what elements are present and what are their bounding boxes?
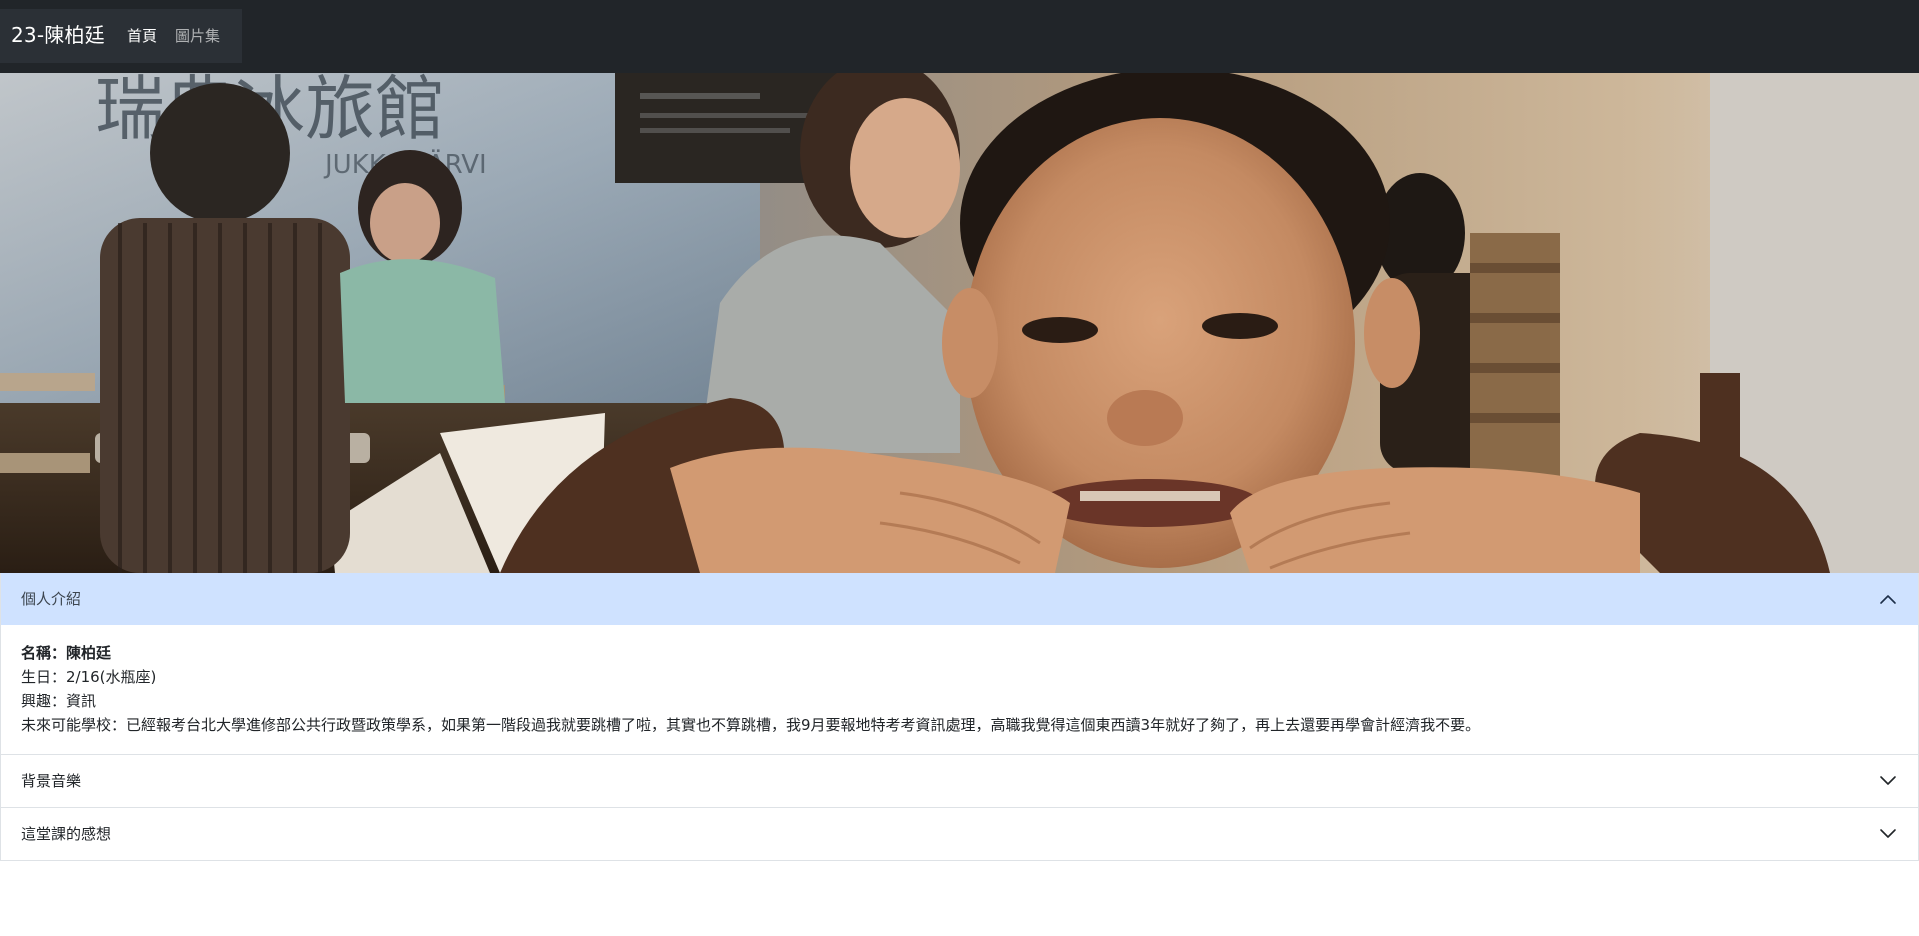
accordion-header-thoughts[interactable]: 這堂課的感想 [1,808,1918,860]
navbar: 23-陳柏廷 首頁 圖片集 [0,0,1919,73]
brand-link[interactable]: 23-陳柏廷 [11,23,105,47]
photo-icon: 瑞典冰旅館 JUKKASJÄRVI [0,73,1919,573]
intro-name: 名稱：陳柏廷 [21,644,112,662]
nav-link-home[interactable]: 首頁 [127,27,157,45]
accordion-header-intro[interactable]: 個人介紹 [1,573,1918,625]
accordion-title: 這堂課的感想 [21,825,112,843]
hero-photo: 瑞典冰旅館 JUKKASJÄRVI [0,73,1919,573]
intro-school: 未來可能學校：已經報考台北大學進修部公共行政暨政策學系，如果第一階段過我就要跳槽… [21,716,1481,734]
chevron-up-icon [1880,595,1896,604]
accordion-body-intro: 名稱：陳柏廷 生日：2/16(水瓶座) 興趣：資訊 未來可能學校：已經報考台北大… [1,625,1918,754]
intro-birthday: 生日：2/16(水瓶座) [21,668,157,686]
accordion-item-intro: 個人介紹 名稱：陳柏廷 生日：2/16(水瓶座) 興趣：資訊 未來可能學校：已經… [1,573,1918,755]
nav-link-gallery[interactable]: 圖片集 [175,27,220,45]
chevron-down-icon [1880,829,1896,838]
accordion-title: 背景音樂 [21,772,82,790]
accordion-title: 個人介紹 [21,590,82,608]
accordion-item-thoughts: 這堂課的感想 [1,808,1918,861]
intro-interest: 興趣：資訊 [21,692,97,710]
accordion: 個人介紹 名稱：陳柏廷 生日：2/16(水瓶座) 興趣：資訊 未來可能學校：已經… [0,573,1919,861]
chevron-down-icon [1880,776,1896,785]
accordion-header-music[interactable]: 背景音樂 [1,755,1918,807]
accordion-item-music: 背景音樂 [1,755,1918,808]
